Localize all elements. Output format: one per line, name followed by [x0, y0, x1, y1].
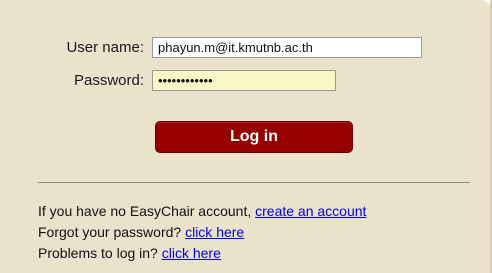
forgot-password-link[interactable]: click here [185, 224, 244, 240]
divider [38, 182, 470, 183]
password-row: Password: [0, 70, 336, 91]
no-account-line: If you have no EasyChair account, create… [38, 201, 366, 222]
password-label: Password: [73, 72, 144, 89]
username-row: User name: [0, 37, 422, 58]
username-label: User name: [66, 39, 144, 56]
username-input[interactable] [152, 37, 422, 58]
login-problems-text: Problems to log in? [38, 245, 162, 261]
forgot-password-line: Forgot your password? click here [38, 222, 366, 243]
login-problems-line: Problems to log in? click here [38, 243, 366, 264]
no-account-text: If you have no EasyChair account, [38, 203, 256, 219]
forgot-password-text: Forgot your password? [38, 224, 186, 240]
create-account-link[interactable]: create an account [255, 203, 366, 219]
login-problems-link[interactable]: click here [162, 245, 221, 261]
help-links: If you have no EasyChair account, create… [38, 201, 366, 264]
password-input[interactable] [152, 70, 336, 91]
login-button[interactable]: Log in [155, 121, 353, 153]
login-panel: User name: Password: Log in If you have … [0, 0, 492, 273]
